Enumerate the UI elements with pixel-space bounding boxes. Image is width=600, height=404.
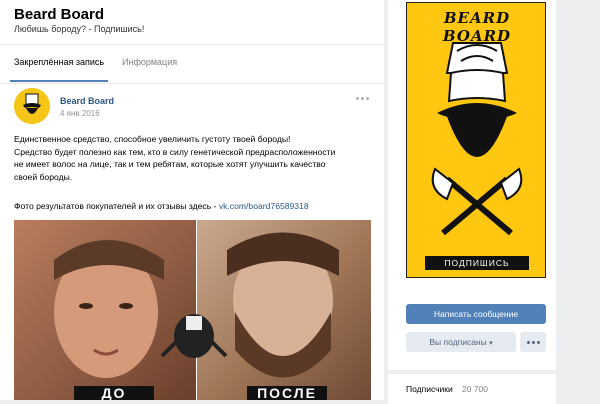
tab-info[interactable]: Информация	[122, 57, 177, 67]
post-text: Единственное средство, способное увеличи…	[14, 133, 372, 183]
subscribers-panel[interactable]: Подписчики 20 700	[388, 374, 558, 404]
post-more-icon[interactable]	[356, 93, 372, 103]
subscribed-label: Вы подписаны	[429, 337, 487, 347]
post-text-line: Средство будет полезно как тем, кто в си…	[14, 146, 336, 157]
subscribers-count: 20 700	[462, 384, 488, 394]
post-author-avatar[interactable]	[14, 88, 50, 124]
tabs-bar: Закреплённая запись Информация	[0, 44, 384, 84]
post-text-line: своей бороды.	[14, 171, 73, 182]
watermark-logo-icon	[160, 314, 228, 358]
beard-mascot-icon	[431, 42, 523, 236]
subscribe-banner: ПОДПИШИСЬ	[425, 256, 529, 270]
post-text-line: не имеет волос на лице, так и тем ребята…	[14, 159, 326, 169]
post-text-line: Единственное средство, способное увеличи…	[14, 134, 291, 144]
sidebar: BEARD BOARD ПОДПИШИСЬ Написать сообщение	[388, 0, 596, 404]
subscribers-label: Подписчики	[406, 384, 453, 394]
post-link[interactable]: vk.com/board76589318	[219, 201, 309, 211]
post-image[interactable]: ДО ПОСЛЕ	[14, 220, 371, 400]
subscribed-dropdown-button[interactable]: Вы подписаны ▾	[406, 332, 516, 352]
more-actions-icon[interactable]	[520, 332, 546, 352]
tab-pinned-post[interactable]: Закреплённая запись	[14, 57, 104, 67]
group-avatar-card: BEARD BOARD ПОДПИШИСЬ Написать сообщение	[388, 0, 558, 370]
group-avatar[interactable]: BEARD BOARD ПОДПИШИСЬ	[406, 2, 546, 278]
send-message-button[interactable]: Написать сообщение	[406, 304, 546, 324]
group-status: Любишь бороду? - Подпишись!	[14, 24, 145, 34]
post-photo-caption-text: Фото результатов покупателей и их отзывы…	[14, 201, 219, 211]
group-main-column: Beard Board Любишь бороду? - Подпишись! …	[0, 0, 384, 400]
post-date[interactable]: 4 янв 2016	[60, 109, 100, 118]
post-photo-caption: Фото результатов покупателей и их отзывы…	[14, 201, 372, 211]
before-label: ДО	[74, 386, 154, 400]
active-tab-indicator	[10, 80, 108, 82]
post-author-name[interactable]: Beard Board	[60, 96, 114, 106]
after-label: ПОСЛЕ	[247, 386, 327, 400]
group-title: Beard Board	[14, 6, 105, 23]
chevron-down-icon: ▾	[489, 340, 493, 347]
